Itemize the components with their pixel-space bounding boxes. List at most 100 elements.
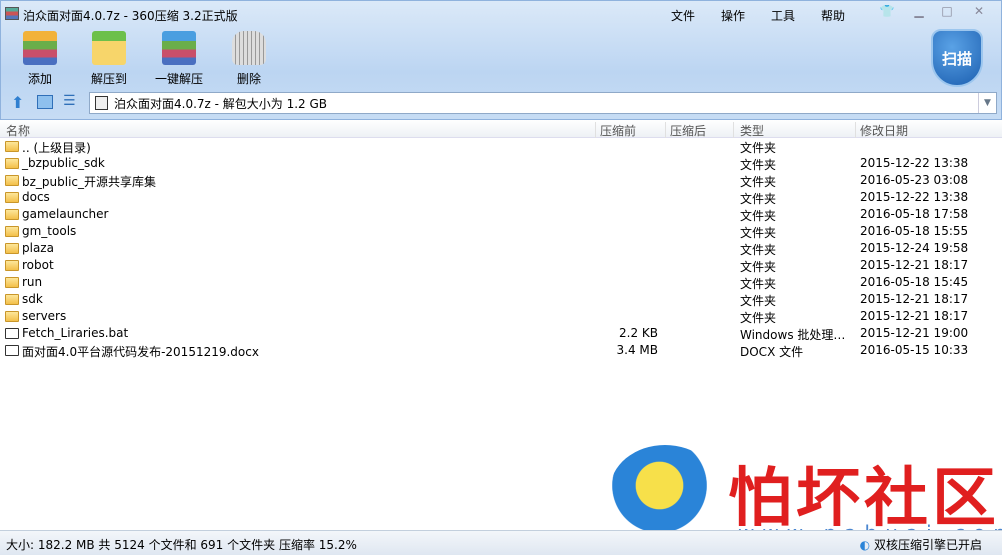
file-date: 2016-05-18 15:45 [860,275,969,289]
folder-icon [5,192,19,203]
table-row[interactable]: 面对面4.0平台源代码发布-20151219.docx 3.4 MB DOCX … [0,342,1002,359]
file-type: 文件夹 [740,175,777,189]
file-name: gm_tools [22,224,77,238]
file-date: 2015-12-21 19:00 [860,326,969,340]
file-name: docs [22,190,50,204]
extract-to-button[interactable]: 解压到 [74,31,144,87]
file-size: 3.4 MB [616,343,658,357]
folder-icon [5,277,19,288]
folder-extract-icon [92,31,126,65]
file-date: 2015-12-22 13:38 [860,190,969,204]
file-name: plaza [22,241,54,255]
file-date: 2015-12-22 13:38 [860,156,969,170]
thumbnail-view-icon[interactable] [37,95,53,109]
col-name[interactable]: 名称 [6,122,596,138]
fish-logo-icon [610,445,720,535]
toolbar-area: 泊众面对面4.0.7z - 360压缩 3.2正式版 文件 操作 工具 帮助 👕… [0,0,1002,120]
archive-icon [95,96,108,110]
trash-icon [232,31,266,65]
file-name: 面对面4.0平台源代码发布-20151219.docx [22,345,259,359]
col-packed[interactable]: 压缩后 [670,122,734,138]
file-type: 文件夹 [740,243,777,257]
file-date: 2016-05-18 17:58 [860,207,969,221]
delete-label: 删除 [236,72,261,86]
engine-text: 双核压缩引擎已开启 [873,538,982,552]
file-icon [5,345,19,356]
menu-tools[interactable]: 工具 [771,7,795,24]
menu-operate[interactable]: 操作 [721,7,745,24]
file-name: _bzpublic_sdk [22,156,105,170]
table-row[interactable]: .. (上级目录) 文件夹 [0,138,1002,155]
file-name: robot [22,258,54,272]
file-type: 文件夹 [740,158,777,172]
file-size: 2.2 KB [619,326,658,340]
file-name: Fetch_Liraries.bat [22,326,129,340]
col-date[interactable]: 修改日期 [860,122,1000,138]
file-type: 文件夹 [740,294,777,308]
up-arrow-icon[interactable]: ⬆ [11,93,29,112]
quick-extract-label: 一键解压 [154,72,203,86]
chevron-down-icon[interactable]: ▼ [978,93,996,113]
file-name: sdk [22,292,43,306]
folder-icon [5,260,19,271]
file-type: 文件夹 [740,141,777,155]
file-type: 文件夹 [740,260,777,274]
table-row[interactable]: _bzpublic_sdk 文件夹 2015-12-22 13:38 [0,155,1002,172]
path-bar[interactable]: 泊众面对面4.0.7z - 解包大小为 1.2 GB ▼ [89,92,997,114]
list-view-icon[interactable]: ☰ [63,93,81,111]
file-date: 2016-05-18 15:55 [860,224,969,238]
file-name: bz_public_开源共享库集 [22,175,157,189]
table-row[interactable]: gm_tools 文件夹 2016-05-18 15:55 [0,223,1002,240]
table-row[interactable]: servers 文件夹 2015-12-21 18:17 [0,308,1002,325]
col-type[interactable]: 类型 [740,122,856,138]
watermark-name: 怕坏社区 [728,461,1000,536]
menu-file[interactable]: 文件 [671,7,695,24]
folder-icon [5,311,19,322]
status-text: 大小: 182.2 MB 共 5124 个文件和 691 个文件夹 压缩率 15… [6,538,357,552]
add-label: 添加 [27,72,52,86]
file-type: 文件夹 [740,209,777,223]
folder-icon [5,141,19,152]
engine-icon: ◐ [859,538,871,552]
file-type: 文件夹 [740,226,777,240]
file-name: .. (上级目录) [22,141,91,155]
folder-icon [5,243,19,254]
app-icon [5,7,19,20]
file-type: DOCX 文件 [740,345,804,359]
status-bar: 大小: 182.2 MB 共 5124 个文件和 691 个文件夹 压缩率 15… [0,530,1002,555]
file-type: 文件夹 [740,192,777,206]
file-date: 2016-05-23 03:08 [860,173,969,187]
file-date: 2015-12-21 18:17 [860,292,969,306]
table-row[interactable]: robot 文件夹 2015-12-21 18:17 [0,257,1002,274]
file-name: gamelauncher [22,207,109,221]
file-date: 2016-05-15 10:33 [860,343,969,357]
quick-extract-button[interactable]: 一键解压 [144,31,214,87]
file-name: servers [22,309,67,323]
window-title: 泊众面对面4.0.7z - 360压缩 3.2正式版 [23,9,238,23]
folder-icon [5,175,19,186]
file-type: 文件夹 [740,277,777,291]
table-row[interactable]: gamelauncher 文件夹 2016-05-18 17:58 [0,206,1002,223]
menu-help[interactable]: 帮助 [821,7,845,24]
table-row[interactable]: Fetch_Liraries.bat 2.2 KB Windows 批处理… 2… [0,325,1002,342]
folder-icon [5,226,19,237]
table-row[interactable]: run 文件夹 2016-05-18 15:45 [0,274,1002,291]
col-size[interactable]: 压缩前 [600,122,666,138]
table-row[interactable]: sdk 文件夹 2015-12-21 18:17 [0,291,1002,308]
close-button[interactable]: ✕ [969,4,989,20]
path-text: 泊众面对面4.0.7z - 解包大小为 1.2 GB [114,97,328,111]
add-button[interactable]: 添加 [5,31,75,87]
minimize-button[interactable]: ▁ [909,4,929,20]
file-icon [5,328,19,339]
file-date: 2015-12-21 18:17 [860,258,969,272]
maximize-button[interactable]: □ [937,4,957,20]
engine-status: ◐ 双核压缩引擎已开启 [860,536,982,553]
skin-icon[interactable]: 👕 [877,4,897,20]
delete-button[interactable]: 删除 [214,31,284,87]
table-row[interactable]: plaza 文件夹 2015-12-24 19:58 [0,240,1002,257]
folder-icon [5,294,19,305]
table-row[interactable]: docs 文件夹 2015-12-22 13:38 [0,189,1002,206]
scan-button[interactable]: 扫描 [931,29,983,87]
table-row[interactable]: bz_public_开源共享库集 文件夹 2016-05-23 03:08 [0,172,1002,189]
archive-extract-icon [162,31,196,65]
